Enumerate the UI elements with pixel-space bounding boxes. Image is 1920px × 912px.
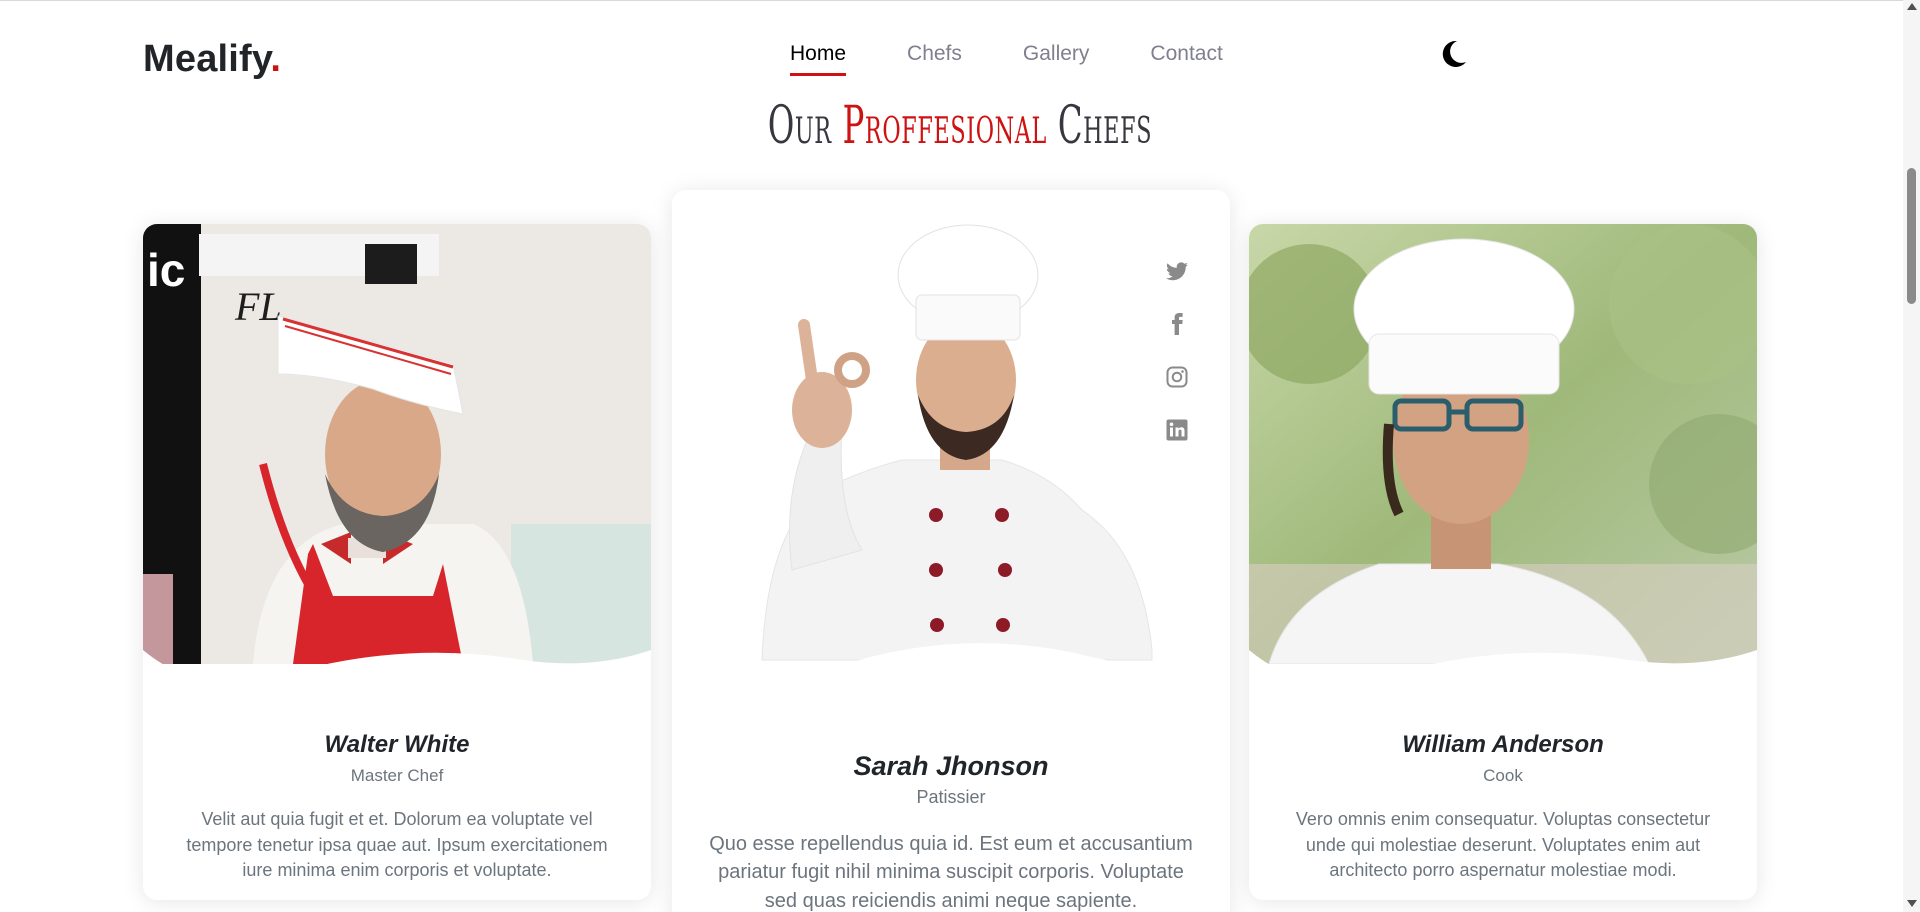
chef-role: Master Chef — [350, 766, 444, 785]
chef-card-sarah: Sarah Jhonson Patissier Quo esse repelle… — [672, 190, 1230, 912]
chef-description: Quo esse repellendus quia id. Est eum et… — [709, 833, 1193, 912]
moon-icon — [1442, 40, 1466, 67]
nav-chefs[interactable]: Chefs — [907, 42, 962, 76]
chef-card-walter: ic FL Walter White Master Chef Velit aut… — [143, 224, 651, 900]
facebook-icon — [1172, 313, 1183, 335]
chef-name: Sarah Jhonson — [853, 751, 1049, 781]
scroll-up-arrow-icon[interactable] — [1907, 3, 1917, 10]
chef-photo-sarah — [672, 190, 1230, 670]
scrollbar-thumb[interactable] — [1907, 168, 1916, 304]
title-prefix: Our — [767, 96, 843, 156]
chef-role: Cook — [1483, 766, 1523, 785]
nav-contact[interactable]: Contact — [1150, 42, 1222, 76]
chef-role: Patissier — [916, 787, 986, 807]
title-suffix: Chefs — [1046, 96, 1153, 156]
social-links — [1164, 258, 1190, 470]
svg-text:ic: ic — [147, 244, 185, 296]
site-logo[interactable]: Mealify. — [143, 38, 281, 81]
nav-home[interactable]: Home — [790, 42, 847, 76]
photo-wave — [143, 650, 651, 700]
chef-description: Velit aut quia fugit et et. Dolorum ea v… — [186, 809, 608, 881]
title-accent: Proffesional — [842, 96, 1047, 156]
photo-wave — [1249, 650, 1757, 700]
twitter-icon — [1166, 262, 1188, 281]
facebook-link[interactable] — [1164, 311, 1190, 337]
chef-card-william: William Anderson Cook Vero omnis enim co… — [1249, 224, 1757, 900]
instagram-link[interactable] — [1164, 364, 1190, 390]
linkedin-icon — [1166, 419, 1188, 441]
william-photo-illustration — [1249, 224, 1757, 664]
main-nav: Home Chefs Gallery Contact — [790, 42, 1284, 76]
chef-photo-william — [1249, 224, 1757, 664]
nav-gallery[interactable]: Gallery — [1023, 42, 1090, 76]
chef-name: Walter White — [324, 731, 470, 758]
linkedin-link[interactable] — [1164, 417, 1190, 443]
svg-text:FL: FL — [234, 284, 282, 329]
sarah-photo-illustration — [672, 190, 1230, 670]
logo-dot: . — [270, 38, 282, 80]
chef-name: William Anderson — [1402, 731, 1604, 758]
chef-description: Vero omnis enim consequatur. Voluptas co… — [1295, 809, 1711, 881]
walter-photo-illustration: ic FL — [143, 224, 651, 664]
page-scrollbar[interactable] — [1903, 0, 1920, 912]
theme-toggle-button[interactable] — [1438, 38, 1468, 70]
photo-wave — [672, 643, 1230, 692]
chef-photo-walter: ic FL — [143, 224, 651, 664]
scroll-down-arrow-icon[interactable] — [1907, 900, 1917, 907]
top-border — [0, 0, 1920, 1]
instagram-icon — [1166, 366, 1188, 388]
twitter-link[interactable] — [1164, 258, 1190, 284]
section-title: Our Proffesional Chefs — [365, 96, 1555, 156]
logo-text: Mealify — [143, 38, 271, 80]
